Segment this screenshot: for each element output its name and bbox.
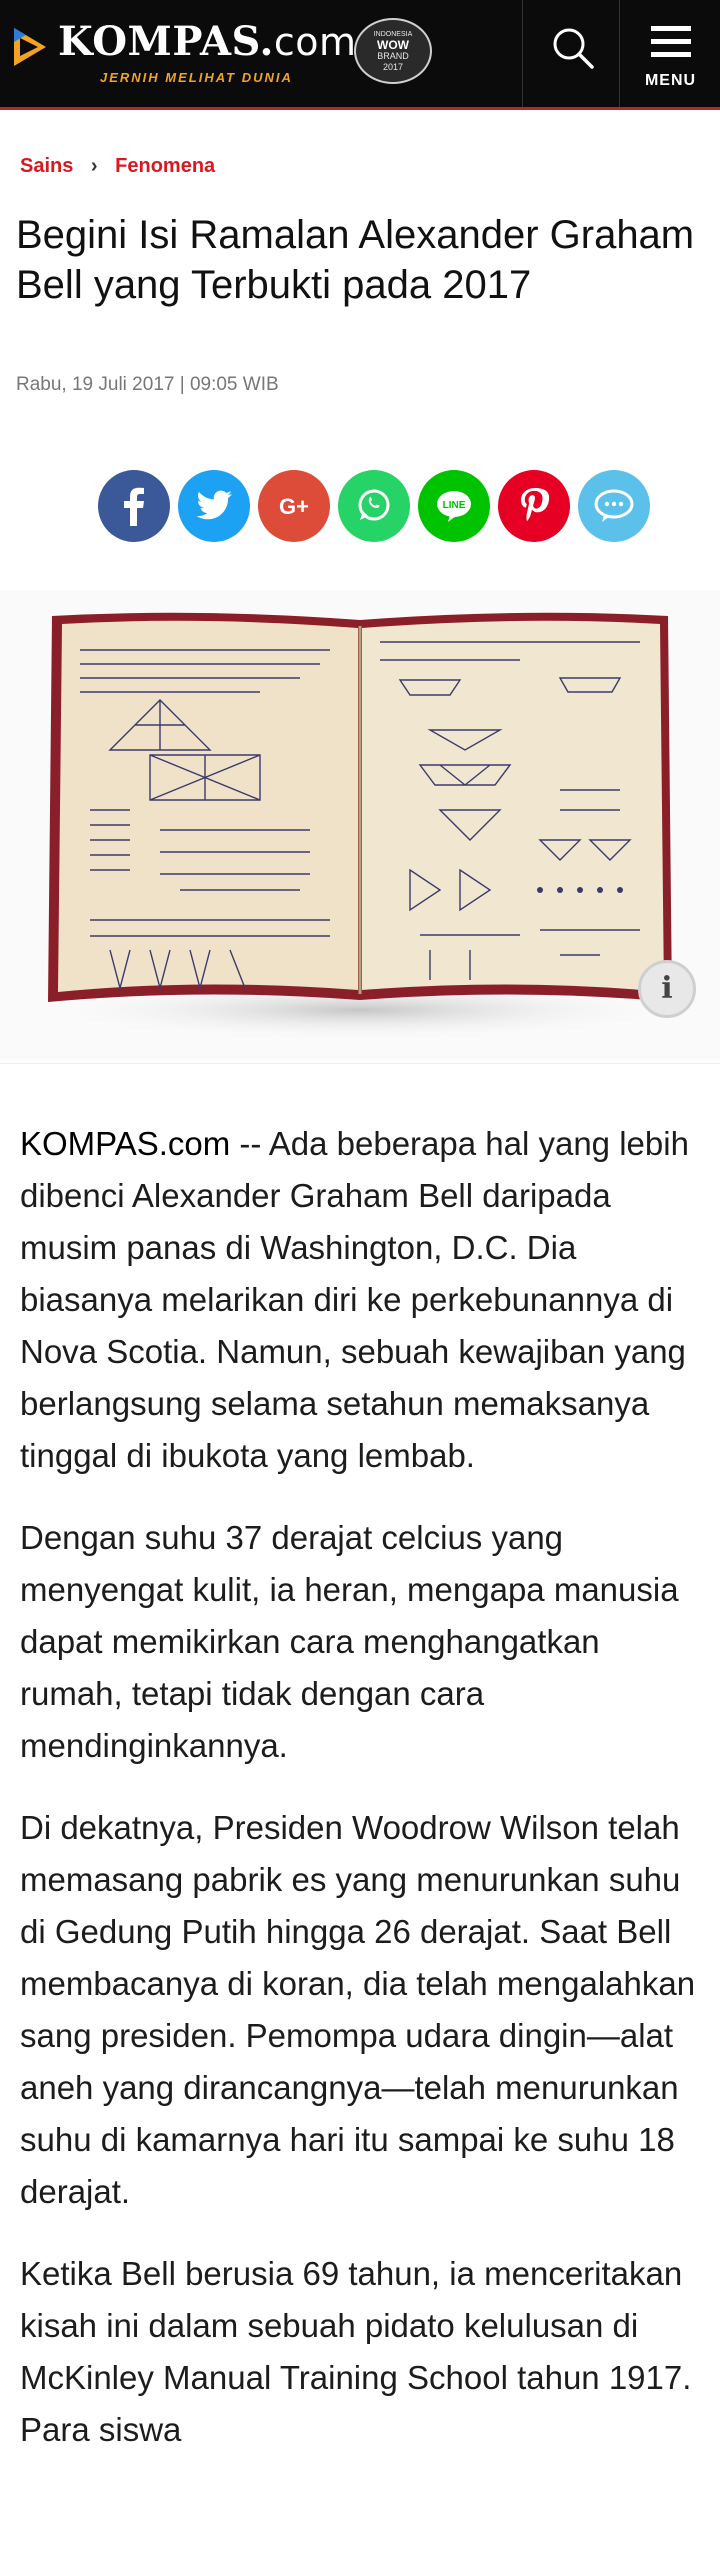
logo-main: KOMPAS. — [58, 18, 274, 65]
hamburger-icon — [651, 26, 691, 57]
photo-info-button[interactable]: i — [638, 960, 696, 1018]
share-line-button[interactable]: LINE — [418, 470, 490, 542]
pinterest-icon — [498, 470, 570, 542]
kompas-logo-mark-icon — [14, 28, 46, 66]
article-paragraph-3: Di dekatnya, Presiden Woodrow Wilson tel… — [20, 1809, 696, 2210]
share-google-plus-button[interactable]: G+ — [258, 470, 330, 542]
article-source: KOMPAS.com — [20, 1125, 231, 1162]
svg-text:G+: G+ — [279, 494, 309, 519]
search-icon — [553, 28, 594, 69]
search-button[interactable] — [522, 0, 620, 107]
article-date: Rabu, 19 Juli 2017 | 09:05 WIB — [16, 374, 279, 395]
breadcrumb-sains[interactable]: Sains — [20, 155, 73, 177]
facebook-icon — [98, 470, 170, 542]
article-photo[interactable] — [0, 590, 720, 1060]
logo-wordmark: KOMPAS.com — [58, 18, 357, 66]
share-facebook-button[interactable] — [98, 470, 170, 542]
article-paragraph-1: KOMPAS.com -- Ada beberapa hal yang lebi… — [20, 1118, 704, 1482]
share-twitter-button[interactable] — [178, 470, 250, 542]
badge-line2: WOW — [377, 38, 409, 52]
twitter-icon — [178, 470, 250, 542]
article-title: Begini Isi Ramalan Alexander Graham Bell… — [16, 213, 695, 307]
badge-line3: BRAND — [377, 51, 409, 61]
badge-line4: 2017 — [382, 62, 404, 72]
photo-divider — [0, 1063, 720, 1064]
breadcrumb-fenomena[interactable]: Fenomena — [115, 155, 215, 177]
article-paragraph-4: Ketika Bell berusia 69 tahun, ia menceri… — [20, 2255, 692, 2448]
menu-button[interactable]: MENU — [621, 0, 720, 107]
article-paragraph-2: Dengan suhu 37 derajat celcius yang meny… — [20, 1519, 679, 1764]
notebook-photo — [40, 612, 680, 1040]
wow-brand-badge: INDONESIA WOW BRAND 2017 — [354, 18, 432, 84]
kompas-logo[interactable]: KOMPAS.com JERNIH MELIHAT DUNIA — [10, 18, 356, 98]
svg-text:LINE: LINE — [443, 500, 466, 511]
site-header: KOMPAS.com JERNIH MELIHAT DUNIA INDONESI… — [0, 0, 720, 110]
menu-label: MENU — [644, 72, 697, 89]
line-icon: LINE — [418, 470, 490, 542]
whatsapp-icon — [338, 470, 410, 542]
info-icon: i — [661, 971, 673, 1006]
logo-suffix: com — [273, 20, 357, 64]
article-body: KOMPAS.com -- Ada beberapa hal yang lebi… — [20, 1118, 704, 2486]
share-whatsapp-button[interactable] — [338, 470, 410, 542]
breadcrumb-separator: › — [90, 155, 98, 177]
google-plus-icon: G+ — [258, 470, 330, 542]
share-pinterest-button[interactable] — [498, 470, 570, 542]
article-paragraph-1-text: -- Ada beberapa hal yang lebih dibenci A… — [20, 1125, 689, 1474]
comment-icon — [578, 470, 650, 542]
share-comment-button[interactable] — [578, 470, 650, 542]
logo-tagline: JERNIH MELIHAT DUNIA — [100, 70, 293, 85]
breadcrumb: Sains › Fenomena — [20, 155, 215, 178]
